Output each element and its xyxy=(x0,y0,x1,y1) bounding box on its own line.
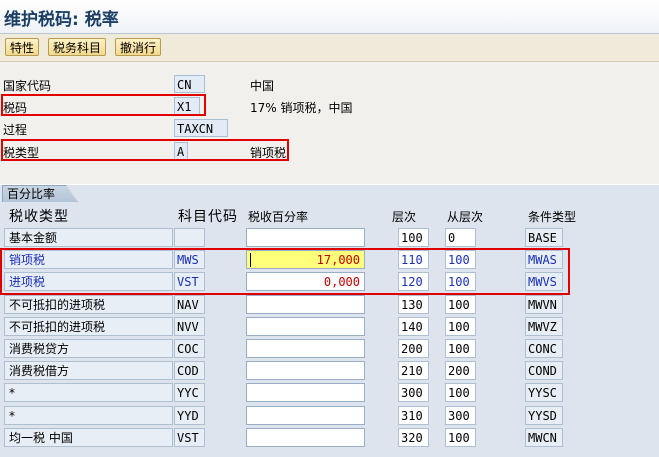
tab-percentage-rates[interactable]: 百分比率 xyxy=(2,185,78,202)
title-bar: 维护税码: 税率 xyxy=(0,0,659,34)
column-header-from-level: 从层次 xyxy=(447,210,484,224)
tax-type-cell: 不可抵扣的进项税 xyxy=(4,295,173,314)
tax-type-cell: * xyxy=(4,383,173,402)
level-cell[interactable]: 300 xyxy=(398,383,429,402)
column-header-condition-type: 条件类型 xyxy=(528,210,577,224)
column-header-tax-percent: 税收百分率 xyxy=(248,210,309,224)
account-key-cell[interactable]: NAV xyxy=(174,295,205,314)
tax-type-cell: 基本金额 xyxy=(4,228,173,247)
tax-type-cell: 均一税 中国 xyxy=(4,428,173,447)
condition-type-cell[interactable]: BASE xyxy=(525,228,563,247)
application-toolbar: 特性 税务科目 撤消行 xyxy=(0,34,659,62)
tax-percent-input[interactable] xyxy=(246,406,365,425)
table-row: 不可抵扣的进项税 NVV 140 100 MWVZ xyxy=(0,317,659,337)
condition-type-cell[interactable]: MWCN xyxy=(525,428,563,447)
table-row: 基本金额 100 0 BASE xyxy=(0,228,659,248)
tax-percent-input[interactable] xyxy=(246,228,365,247)
country-label: 国家代码 xyxy=(3,79,52,93)
condition-type-cell[interactable]: MWVN xyxy=(525,295,563,314)
from-level-cell[interactable]: 0 xyxy=(445,228,476,247)
taxcode-highlight xyxy=(1,94,206,116)
level-cell[interactable]: 210 xyxy=(398,361,429,380)
account-key-cell[interactable]: COD xyxy=(174,361,205,380)
country-field[interactable]: CN xyxy=(174,75,205,93)
tax-accounts-button[interactable]: 税务科目 xyxy=(48,38,107,56)
taxcode-description: 17% 销项税，中国 xyxy=(250,101,353,115)
account-key-cell[interactable]: YYD xyxy=(174,406,205,425)
table-row: * YYC 300 100 YYSC xyxy=(0,383,659,403)
taxtype-highlight xyxy=(1,139,289,161)
tax-type-cell: 消费税贷方 xyxy=(4,339,173,358)
procedure-label: 过程 xyxy=(3,123,28,137)
from-level-cell[interactable]: 100 xyxy=(445,317,476,336)
undo-line-button[interactable]: 撤消行 xyxy=(115,38,162,56)
account-key-cell[interactable]: YYC xyxy=(174,383,205,402)
table-row: * YYD 310 300 YYSD xyxy=(0,406,659,426)
tax-percent-input[interactable] xyxy=(246,295,365,314)
window-title: 维护税码: 税率 xyxy=(4,10,119,30)
tax-type-cell: 消费税借方 xyxy=(4,361,173,380)
table-row: 消费税贷方 COC 200 100 CONC xyxy=(0,339,659,359)
condition-type-cell[interactable]: YYSD xyxy=(525,406,563,425)
column-header-account-key: 科目代码 xyxy=(178,209,238,225)
tax-percent-input[interactable] xyxy=(246,383,365,402)
account-key-cell[interactable]: COC xyxy=(174,339,205,358)
header-area xyxy=(0,62,659,184)
from-level-cell[interactable]: 200 xyxy=(445,361,476,380)
account-key-cell[interactable]: VST xyxy=(174,428,205,447)
level-cell[interactable]: 100 xyxy=(398,228,429,247)
from-level-cell[interactable]: 100 xyxy=(445,295,476,314)
table-row: 均一税 中国 VST 320 100 MWCN xyxy=(0,428,659,448)
from-level-cell[interactable]: 300 xyxy=(445,406,476,425)
from-level-cell[interactable]: 100 xyxy=(445,383,476,402)
tax-type-cell: * xyxy=(4,406,173,425)
country-description: 中国 xyxy=(250,79,275,93)
from-level-cell[interactable]: 100 xyxy=(445,428,476,447)
account-key-cell[interactable]: NVV xyxy=(174,317,205,336)
condition-type-cell[interactable]: YYSC xyxy=(525,383,563,402)
level-cell[interactable]: 140 xyxy=(398,317,429,336)
table-row: 消费税借方 COD 210 200 COND xyxy=(0,361,659,381)
table-row: 不可抵扣的进项税 NAV 130 100 MWVN xyxy=(0,295,659,315)
condition-type-cell[interactable]: MWVZ xyxy=(525,317,563,336)
tax-percent-input[interactable] xyxy=(246,339,365,358)
level-cell[interactable]: 200 xyxy=(398,339,429,358)
tax-percent-input[interactable] xyxy=(246,317,365,336)
tax-type-cell: 不可抵扣的进项税 xyxy=(4,317,173,336)
procedure-field[interactable]: TAXCN xyxy=(174,119,228,137)
properties-button[interactable]: 特性 xyxy=(5,38,40,56)
condition-type-cell[interactable]: COND xyxy=(525,361,563,380)
column-header-tax-type: 税收类型 xyxy=(9,209,69,225)
tax-percent-input[interactable] xyxy=(246,428,365,447)
level-cell[interactable]: 130 xyxy=(398,295,429,314)
account-key-cell[interactable] xyxy=(174,228,205,247)
from-level-cell[interactable]: 100 xyxy=(445,339,476,358)
column-header-level: 层次 xyxy=(392,210,417,224)
level-cell[interactable]: 320 xyxy=(398,428,429,447)
level-cell[interactable]: 310 xyxy=(398,406,429,425)
tax-percent-input[interactable] xyxy=(246,361,365,380)
tax-lines-highlight xyxy=(0,248,570,295)
condition-type-cell[interactable]: CONC xyxy=(525,339,563,358)
